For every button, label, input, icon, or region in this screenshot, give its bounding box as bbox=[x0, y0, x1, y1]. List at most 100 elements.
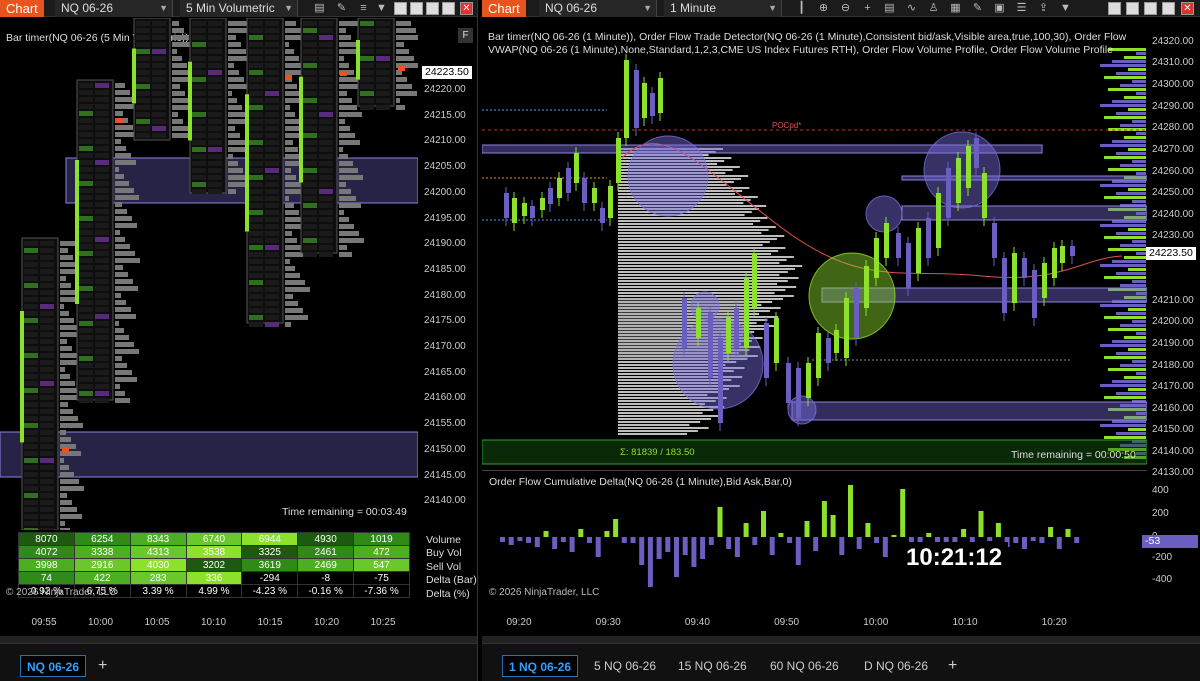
poc-label: POCpd* bbox=[772, 121, 801, 130]
ask-cell bbox=[265, 182, 279, 187]
window-tile-button[interactable] bbox=[442, 2, 455, 15]
drawing-tool-icon[interactable]: ✎ bbox=[334, 1, 349, 16]
window-restore-button[interactable] bbox=[410, 2, 423, 15]
bid-cell bbox=[79, 356, 93, 361]
bid-cell bbox=[249, 273, 263, 278]
price-tick-label: 24215.00 bbox=[424, 109, 466, 121]
dropdown-icon[interactable]: ▼ bbox=[1058, 1, 1073, 16]
data-box-icon[interactable]: ▤ bbox=[312, 1, 327, 16]
stats-cell: 4.99 % bbox=[185, 584, 243, 598]
close-icon[interactable]: ✕ bbox=[1181, 2, 1194, 15]
ask-cell bbox=[95, 153, 109, 158]
interval-selector[interactable]: 5 Min Volumetric ▼ bbox=[180, 0, 298, 17]
volume-profile-bar bbox=[115, 230, 120, 235]
volume-profile-bar bbox=[228, 98, 237, 103]
volume-profile-bar bbox=[60, 493, 67, 498]
volume-profile-bar bbox=[172, 91, 185, 96]
window-tile-button[interactable] bbox=[1162, 2, 1175, 15]
volume-profile-bar bbox=[228, 63, 234, 68]
ask-cell bbox=[95, 265, 109, 270]
stats-cell: 8343 bbox=[129, 532, 187, 546]
edge-profile-row bbox=[1120, 284, 1146, 287]
ask-cell bbox=[319, 140, 333, 145]
dropdown-icon[interactable]: ▼ bbox=[374, 1, 389, 16]
tab-5-nq-06-26[interactable]: 5 NQ 06-26 bbox=[588, 655, 662, 677]
time-axis[interactable]: 09:55 10:00 10:05 10:10 10:15 10:20 10:25 bbox=[0, 614, 418, 634]
indicators-icon[interactable]: ∿ bbox=[904, 1, 919, 16]
drawing-tool-icon[interactable]: ✎ bbox=[970, 1, 985, 16]
ask-cell bbox=[208, 189, 222, 194]
interval-selector[interactable]: 1 Minute ▼ bbox=[664, 0, 782, 17]
strategies-icon[interactable]: ♙ bbox=[926, 1, 941, 16]
stats-cell: -0.16 % bbox=[297, 584, 355, 598]
tab-60-nq-06-26[interactable]: 60 NQ 06-26 bbox=[764, 655, 845, 677]
bid-cell bbox=[24, 283, 38, 288]
bid-cell bbox=[303, 35, 317, 40]
bid-cell bbox=[249, 154, 263, 159]
bid-cell bbox=[79, 104, 93, 109]
ask-cell bbox=[319, 182, 333, 187]
price-axis[interactable]: 24220.00 24215.00 24210.00 24205.00 24200.00… bbox=[418, 18, 473, 530]
bar-type-icon[interactable]: ┃ bbox=[794, 1, 809, 16]
delta-bar bbox=[865, 523, 871, 537]
edge-profile-row bbox=[1100, 184, 1146, 187]
ask-cell bbox=[95, 363, 109, 368]
tab-d-nq-06-26[interactable]: D NQ 06-26 bbox=[858, 655, 934, 677]
tab-1-nq-06-26[interactable]: 1 NQ 06-26 bbox=[502, 655, 579, 677]
templates-icon[interactable]: ▦ bbox=[948, 1, 963, 16]
stats-cell: 6740 bbox=[185, 532, 243, 546]
volume-profile-bar bbox=[115, 195, 139, 200]
bid-cell bbox=[249, 280, 263, 285]
bid-cell bbox=[192, 161, 206, 166]
price-axis[interactable]: 24320.00 24310.00 24300.00 24290.00 24280.00… bbox=[1146, 18, 1200, 478]
instrument-selector[interactable]: NQ 06-26 ▼ bbox=[539, 0, 657, 17]
delta-bar bbox=[621, 537, 627, 543]
volume-profile-bar bbox=[285, 210, 299, 215]
tab-nq-06-26[interactable]: NQ 06-26 bbox=[20, 655, 87, 677]
price-chart[interactable]: POCpd* Σ: 81839 / 183.50 bbox=[482, 18, 1147, 468]
data-box-icon[interactable]: ▤ bbox=[882, 1, 897, 16]
time-tick-label: 09:30 bbox=[595, 617, 621, 628]
add-tab-button[interactable]: + bbox=[948, 655, 957, 677]
window-minimize-button[interactable] bbox=[394, 2, 407, 15]
price-tick-label: 24190.00 bbox=[424, 238, 466, 250]
zoom-in-icon[interactable]: ⊕ bbox=[816, 1, 831, 16]
more-icon[interactable]: ≡ bbox=[356, 1, 371, 16]
zoom-out-icon[interactable]: ⊖ bbox=[838, 1, 853, 16]
add-tab-button[interactable]: + bbox=[98, 655, 107, 677]
stats-row: 4072 3338 4313 3538 3325 2461 472 bbox=[18, 545, 410, 559]
delta-bar bbox=[752, 537, 758, 545]
edge-profile-row bbox=[1116, 312, 1146, 315]
bid-cell bbox=[249, 322, 263, 327]
chart-menu-button[interactable]: Chart bbox=[482, 0, 526, 17]
close-icon[interactable]: ✕ bbox=[460, 2, 473, 15]
candle-body bbox=[834, 330, 839, 353]
bid-cell bbox=[136, 42, 150, 47]
time-axis[interactable]: 09:20 09:30 09:40 09:50 10:00 10:10 10:20 bbox=[482, 614, 1147, 634]
crosshair-icon[interactable]: + bbox=[860, 1, 875, 16]
ask-cell bbox=[319, 245, 333, 250]
tab-15-nq-06-26[interactable]: 15 NQ 06-26 bbox=[672, 655, 753, 677]
volume-profile-bar bbox=[339, 147, 343, 152]
properties-icon[interactable]: ☰ bbox=[1014, 1, 1029, 16]
bid-cell bbox=[303, 84, 317, 89]
window-minimize-button[interactable] bbox=[1108, 2, 1121, 15]
ask-cell bbox=[95, 181, 109, 186]
delta-bar bbox=[1013, 537, 1019, 543]
footprint-chart[interactable] bbox=[0, 18, 418, 530]
stats-row: 3998 2916 4030 3202 3619 2469 547 bbox=[18, 558, 410, 572]
edge-profile-row bbox=[1108, 168, 1146, 171]
ask-cell bbox=[40, 248, 54, 253]
bid-cell bbox=[249, 105, 263, 110]
chart-menu-button[interactable]: Chart bbox=[0, 0, 44, 17]
share-icon[interactable]: ⇪ bbox=[1036, 1, 1051, 16]
window-maximize-button[interactable] bbox=[1144, 2, 1157, 15]
window-maximize-button[interactable] bbox=[426, 2, 439, 15]
ask-cell bbox=[152, 77, 166, 82]
chart-trader-icon[interactable]: ▣ bbox=[992, 1, 1007, 16]
delta-bar bbox=[926, 533, 932, 537]
window-restore-button[interactable] bbox=[1126, 2, 1139, 15]
ask-cell bbox=[40, 283, 54, 288]
instrument-selector[interactable]: NQ 06-26 ▼ bbox=[55, 0, 173, 17]
volume-profile-bar bbox=[339, 161, 353, 166]
